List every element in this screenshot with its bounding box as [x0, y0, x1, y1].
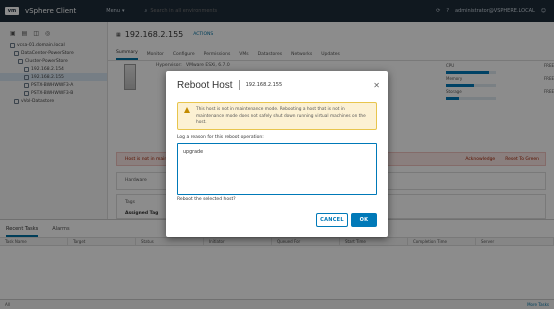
confirm-text: Reboot the selected host?: [177, 197, 236, 202]
dialog-host-name: 192.168.2.155: [245, 82, 283, 88]
close-icon[interactable]: ✕: [373, 81, 380, 90]
dialog-header: Reboot Host 192.168.2.155 ✕: [166, 71, 388, 99]
reason-label: Log a reason for this reboot operation:: [177, 135, 264, 140]
maintenance-warning-alert: This host is not in maintenance mode. Re…: [177, 102, 377, 130]
ok-button[interactable]: OK: [351, 213, 377, 227]
cancel-button[interactable]: CANCEL: [316, 213, 348, 227]
reboot-host-dialog: Reboot Host 192.168.2.155 ✕ This host is…: [166, 71, 388, 237]
alert-text: This host is not in maintenance mode. Re…: [196, 107, 366, 125]
warning-icon: [184, 107, 190, 113]
reboot-reason-field[interactable]: upgrade: [177, 143, 377, 195]
dialog-title: Reboot Host: [177, 79, 233, 91]
title-separator: [238, 80, 240, 90]
